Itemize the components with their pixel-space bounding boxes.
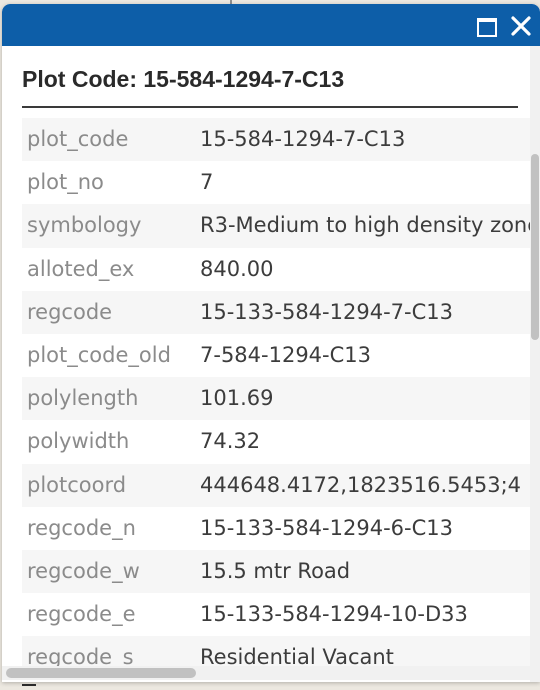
attribute-value: 74.32 <box>200 429 261 454</box>
maximize-icon <box>477 18 497 37</box>
table-row: polylength 101.69 <box>22 377 530 421</box>
feature-popup: Plot Code: 15-584-1294-7-C13 plot_code 1… <box>2 4 540 682</box>
popup-titlebar <box>2 4 540 46</box>
vertical-scrollbar-thumb[interactable] <box>531 154 539 340</box>
close-icon <box>511 16 531 36</box>
attribute-key: polylength <box>27 386 139 411</box>
table-row: alloted_ex 840.00 <box>22 247 530 291</box>
table-row: plot_no 7 <box>22 161 530 205</box>
attribute-value: 15-133-584-1294-7-C13 <box>200 299 453 324</box>
close-button[interactable] <box>509 14 533 38</box>
attribute-value: 15.5 mtr Road <box>200 558 351 583</box>
table-row: regcode 15-133-584-1294-7-C13 <box>22 290 530 334</box>
attribute-value: 101.69 <box>200 386 274 411</box>
popup-content: Plot Code: 15-584-1294-7-C13 plot_code 1… <box>2 46 530 682</box>
attribute-value: R3-Medium to high density zone <box>200 213 530 238</box>
attribute-key: plot_code <box>27 127 129 151</box>
attribute-table: plot_code 15-584-1294-7-C13 plot_no 7 sy… <box>22 118 530 680</box>
attribute-key: regcode_w <box>27 558 140 583</box>
table-row: regcode_n 15-133-584-1294-6-C13 <box>22 506 530 550</box>
map-fragment <box>22 684 36 686</box>
attribute-value: 15-133-584-1294-10-D33 <box>200 602 468 627</box>
attribute-key: alloted_ex <box>27 256 135 281</box>
attribute-value: 7-584-1294-C13 <box>200 342 372 367</box>
attribute-value: 15-133-584-1294-6-C13 <box>200 515 453 540</box>
attribute-key: regcode_n <box>27 515 136 540</box>
table-row: regcode_w 15.5 mtr Road <box>22 549 530 594</box>
attribute-key: regcode_e <box>27 602 136 627</box>
attribute-key: plotcoord <box>27 472 127 497</box>
header-divider <box>22 106 518 108</box>
table-row: symbology R3-Medium to high density zone <box>22 204 530 248</box>
table-row: plot_code_old 7-584-1294-C13 <box>22 333 530 378</box>
maximize-button[interactable] <box>476 17 498 37</box>
attribute-key: polywidth <box>27 429 130 454</box>
popup-header: Plot Code: 15-584-1294-7-C13 <box>22 66 345 92</box>
attribute-key: symbology <box>27 213 142 238</box>
table-row: plot_code 15-584-1294-7-C13 <box>22 118 530 162</box>
table-row: polywidth 74.32 <box>22 420 530 464</box>
attribute-value: 444648.4172,1823516.5453;4 <box>200 472 522 497</box>
vertical-scrollbar-track[interactable] <box>530 46 540 682</box>
attribute-key: plot_no <box>27 170 104 195</box>
attribute-key: regcode <box>27 299 113 324</box>
table-row: plotcoord 444648.4172,1823516.5453;4 <box>22 463 530 507</box>
attribute-value: 7 <box>200 170 214 195</box>
table-row: regcode_e 15-133-584-1294-10-D33 <box>22 593 530 637</box>
attribute-value: 15-584-1294-7-C13 <box>200 127 406 151</box>
horizontal-scrollbar-thumb[interactable] <box>6 668 196 678</box>
attribute-key: plot_code_old <box>27 342 171 367</box>
attribute-value: 840.00 <box>200 256 274 281</box>
